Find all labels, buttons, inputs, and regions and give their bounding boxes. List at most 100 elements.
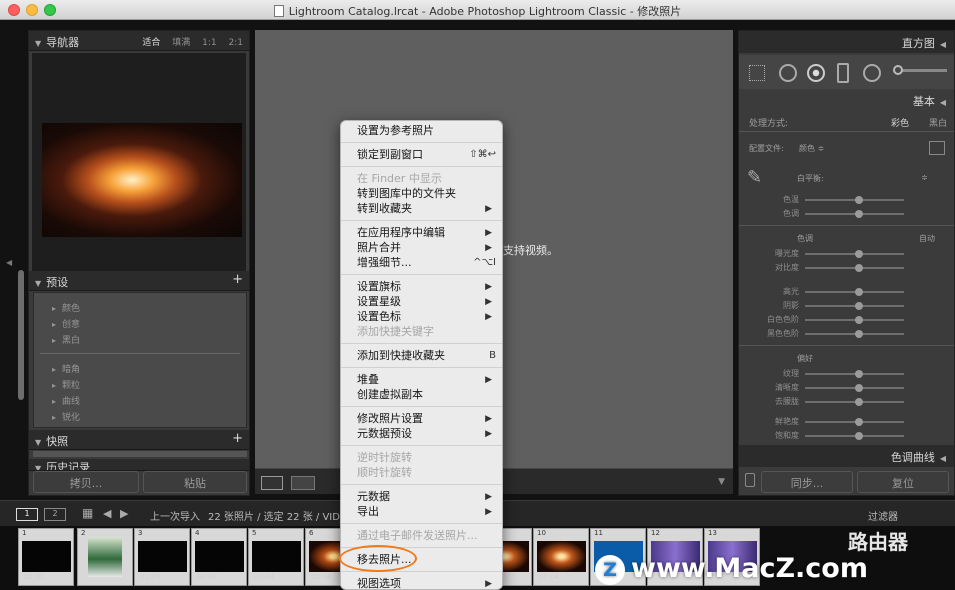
menu-item-photo-merge[interactable]: 照片合并 ▶ [341,240,502,256]
paste-settings-button[interactable]: 粘贴 [143,471,247,493]
preset-group-item[interactable]: 黑白 [34,331,246,347]
exposure-slider[interactable]: 曝光度 [747,247,944,261]
collapse-triangle-icon: ▼ [35,438,42,447]
secondary-window-button[interactable]: 2 [44,508,66,521]
tint-slider[interactable]: 色调 [747,207,944,221]
crop-overlay-icon[interactable] [749,65,765,81]
spot-removal-icon[interactable] [779,64,797,82]
submenu-arrow-icon: ▶ [485,579,492,589]
filmstrip-thumbnail[interactable]: 1 05:32 [18,528,74,586]
menu-item-add-to-quick-collection[interactable]: 添加到快捷收藏夹 B [341,348,502,364]
forward-arrow-icon[interactable]: ▶ [120,507,128,520]
sync-button[interactable]: 同步... [761,471,853,493]
menu-item-metadata-presets[interactable]: 元数据预设 ▶ [341,426,502,442]
tone-curve-header[interactable]: 色调曲线 ◀ [739,445,954,467]
menu-separator [341,406,502,407]
back-arrow-icon[interactable]: ◀ [103,507,111,520]
copy-settings-button[interactable]: 拷贝... [33,471,139,493]
macz-logo-icon: Z [595,554,625,585]
tone-auto-button[interactable]: 自动 [919,233,935,244]
contrast-slider[interactable]: 对比度 [747,261,944,275]
main-window-button[interactable]: 1 [16,508,38,521]
collapse-left-panel-icon[interactable]: ◀ [6,258,12,267]
menu-item-stacking[interactable]: 堆叠 ▶ [341,372,502,388]
preset-group-item[interactable]: 曲线 [34,392,246,408]
zoom-1to1[interactable]: 1:1 [202,38,216,48]
menu-item-lock-to-secondary-window[interactable]: 锁定到副窗口 ⇧⌘↩ [341,147,502,163]
treatment-color-option[interactable]: 彩色 [891,116,909,129]
presence-label: 偏好 [797,354,813,363]
menu-item-edit-in-application[interactable]: 在应用程序中编辑 ▶ [341,225,502,241]
zoom-2to1[interactable]: 2:1 [229,38,243,48]
treatment-bw-option[interactable]: 黑白 [929,116,947,129]
profile-browser-grid-icon[interactable] [929,141,945,155]
menu-item-export[interactable]: 导出 ▶ [341,504,502,520]
red-eye-icon[interactable] [807,64,825,82]
add-snapshot-button[interactable]: + [232,431,243,446]
menu-item-show-in-finder: 在 Finder 中显示 [357,172,442,185]
highlights-slider[interactable]: 高光 [747,285,944,299]
navigator-preview[interactable] [32,53,246,289]
menu-item-set-reference-photo[interactable]: 设置为参考照片 [341,123,502,139]
preset-group-item[interactable]: 暗角 [34,360,246,376]
right-panel: 直方图 ◀ 基本 ◀ 处理方式: 彩色 黑白 配置文件: 颜色 ≑ ✎ 白平衡: ≑… [738,30,955,496]
zoom-fill[interactable]: 填满 [172,38,190,48]
divider [739,225,954,226]
menu-item-view-options[interactable]: 视图选项 ▶ [341,576,502,589]
reset-button[interactable]: 复位 [857,471,949,493]
video-unsupported-message: 支持视频。 [503,244,558,257]
menu-item-metadata[interactable]: 元数据 ▶ [341,489,502,505]
loupe-view-button[interactable] [261,476,283,490]
preset-group-item[interactable]: 颜色 [34,299,246,315]
clarity-slider[interactable]: 清晰度 [747,381,944,395]
zoom-fit[interactable]: 适合 [142,38,160,48]
menu-item-rotate-right: 顺时针旋转 [357,466,412,479]
menu-item-set-rating[interactable]: 设置星级 ▶ [341,294,502,310]
whites-slider[interactable]: 白色色阶 [747,313,944,327]
shadows-slider[interactable]: 阴影 [747,299,944,313]
radial-filter-icon[interactable] [863,64,881,82]
filmstrip-source[interactable]: 上一次导入 [150,508,200,523]
preset-group-item[interactable]: 创意 [34,315,246,331]
collapse-triangle-icon: ▼ [35,279,42,288]
menu-item-set-color-label[interactable]: 设置色标 ▶ [341,309,502,325]
filmstrip-thumbnail[interactable]: 5 00:04 [248,528,304,586]
graduated-filter-icon[interactable] [837,63,849,83]
preset-group-item[interactable]: 颗粒 [34,376,246,392]
history-header[interactable]: ▼ 历史记录 [29,459,249,471]
add-preset-button[interactable]: + [232,272,243,287]
snapshots-header[interactable]: ▼ 快照 + [29,430,249,450]
histogram-header[interactable]: 直方图 ◀ [739,31,954,53]
menu-item-enhance-details[interactable]: 增强细节... ^⌥I [341,255,502,271]
filmstrip-thumbnail[interactable]: 4 00:08 [191,528,247,586]
toolbar-menu-chevron-icon[interactable]: ▼ [718,477,725,487]
blacks-slider[interactable]: 黑色色阶 [747,327,944,341]
white-balance-dropdown-icon[interactable]: ≑ [921,173,928,182]
adjustment-brush-icon[interactable] [893,65,903,75]
filmstrip-thumbnail[interactable]: 3 02:09 [134,528,190,586]
grid-view-icon[interactable]: ▦ [82,506,93,520]
vibrance-slider[interactable]: 鲜艳度 [747,415,944,429]
filmstrip-thumbnail[interactable]: 10 00:04 [533,528,589,586]
saturation-slider[interactable]: 饱和度 [747,429,944,443]
basic-header[interactable]: 基本 ◀ [739,89,954,111]
temperature-slider[interactable]: 色温 [747,193,944,207]
menu-item-go-to-library-folder[interactable]: 转到图库中的文件夹 [341,186,502,202]
left-panel-scrollbar[interactable] [18,270,24,400]
sync-switch-icon[interactable] [745,473,755,487]
menu-item-set-flag[interactable]: 设置旗标 ▶ [341,279,502,295]
menu-separator [341,367,502,368]
before-after-button[interactable] [291,476,315,490]
preset-group-item[interactable]: 锐化 [34,408,246,424]
filter-label[interactable]: 过滤器 [868,508,898,523]
texture-slider[interactable]: 纹理 [747,367,944,381]
filmstrip-thumbnail[interactable]: 2 [77,528,133,586]
dehaze-slider[interactable]: 去朦胧 [747,395,944,409]
navigator-header[interactable]: ▼ 导航器 适合 填满 1:1 2:1 [29,31,249,51]
presets-header[interactable]: ▼ 预设 + [29,271,249,291]
menu-item-create-virtual-copy[interactable]: 创建虚拟副本 [341,387,502,403]
menu-item-go-to-collection[interactable]: 转到收藏夹 ▶ [341,201,502,217]
profile-dropdown[interactable]: 颜色 ≑ [799,143,824,154]
submenu-arrow-icon: ▶ [485,414,492,424]
menu-item-develop-settings[interactable]: 修改照片设置 ▶ [341,411,502,427]
